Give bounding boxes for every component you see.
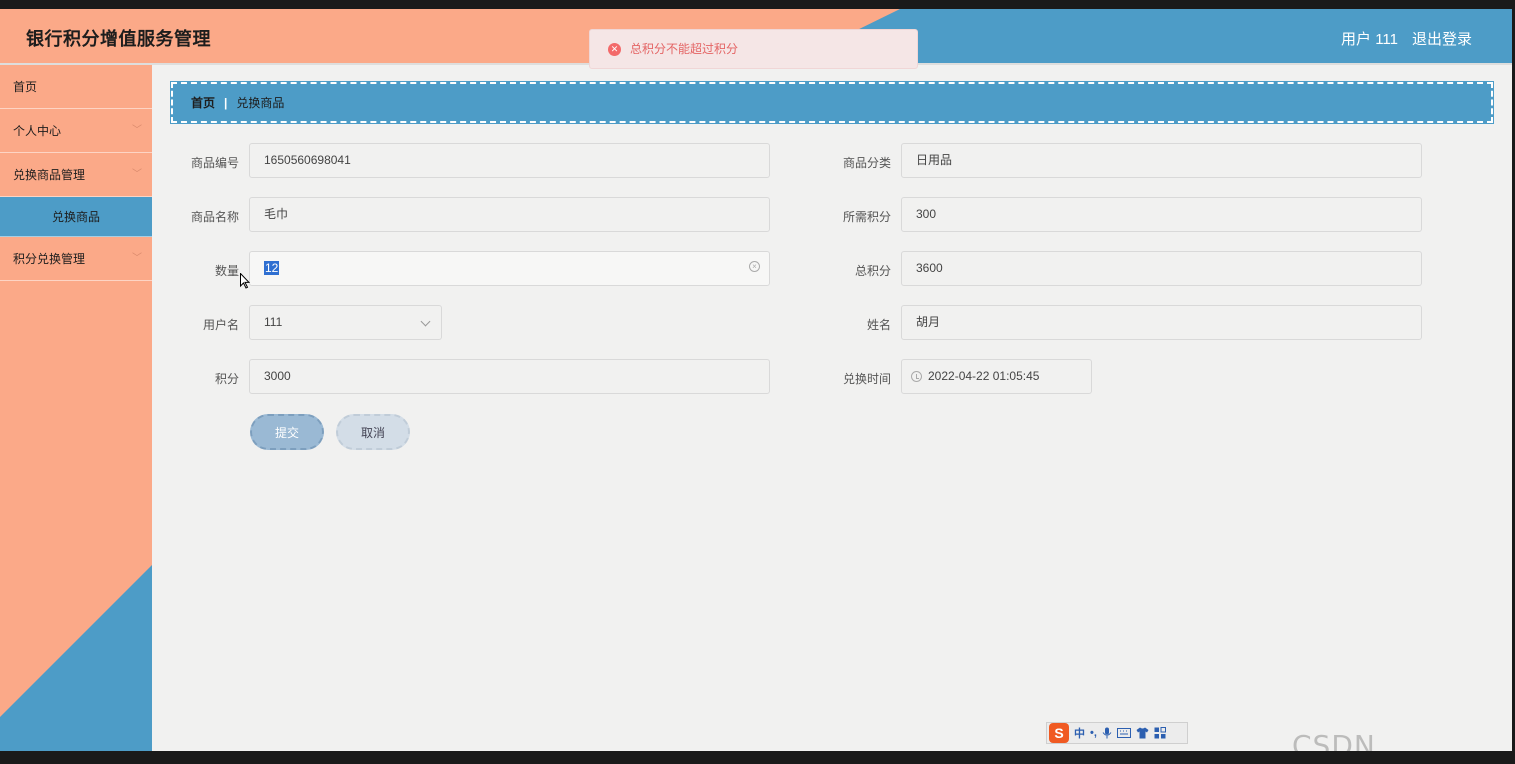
points-value: 3000 bbox=[264, 369, 291, 383]
chevron-down-icon: ﹀ bbox=[132, 253, 142, 264]
sogou-logo-icon[interactable]: S bbox=[1049, 723, 1069, 743]
microphone-icon[interactable] bbox=[1102, 727, 1112, 739]
csdn-watermark: CSDN @CK3030 bbox=[1292, 729, 1376, 751]
error-toast: ✕ 总积分不能超过积分 bbox=[589, 29, 918, 69]
product-category-label: 商品分类 bbox=[842, 156, 891, 170]
skin-shirt-icon[interactable] bbox=[1136, 727, 1149, 739]
product-code-field[interactable]: 1650560698041 bbox=[249, 143, 770, 178]
exchange-time-picker[interactable]: 2022-04-22 01:05:45 bbox=[901, 359, 1092, 394]
sidebar-item-label: 兑换商品管理 bbox=[13, 168, 86, 182]
real-name-label: 姓名 bbox=[866, 318, 891, 332]
sidebar-subitem-exchange-product[interactable]: 兑换商品 bbox=[0, 197, 152, 237]
mouse-cursor-icon bbox=[240, 273, 250, 289]
quantity-input[interactable]: 12 × bbox=[249, 251, 770, 286]
sidebar-item-points-exchange-management[interactable]: 积分兑换管理 ﹀ bbox=[0, 237, 152, 281]
submit-button[interactable]: 提交 bbox=[250, 414, 324, 450]
product-category-value: 日用品 bbox=[916, 153, 953, 167]
product-code-label: 商品编号 bbox=[190, 156, 239, 170]
quantity-value: 12 bbox=[264, 261, 280, 275]
real-name-field[interactable]: 胡月 bbox=[901, 305, 1422, 340]
ime-mode-toggle[interactable]: 中 bbox=[1074, 725, 1085, 741]
sidebar-item-label: 个人中心 bbox=[13, 124, 62, 138]
toast-message: 总积分不能超过积分 bbox=[630, 42, 739, 56]
product-code-value: 1650560698041 bbox=[264, 153, 351, 167]
required-points-field[interactable]: 300 bbox=[901, 197, 1422, 232]
chevron-down-icon: ﹀ bbox=[132, 169, 142, 180]
required-points-value: 300 bbox=[916, 207, 937, 221]
exchange-time-value: 2022-04-22 01:05:45 bbox=[928, 369, 1040, 383]
cancel-button[interactable]: 取消 bbox=[336, 414, 410, 450]
sidebar-item-label: 兑换商品 bbox=[51, 210, 100, 224]
keyboard-icon[interactable] bbox=[1116, 728, 1131, 738]
product-name-label: 商品名称 bbox=[190, 210, 239, 224]
sidebar-item-home[interactable]: 首页 bbox=[0, 65, 152, 109]
breadcrumb-separator: | bbox=[224, 95, 228, 110]
exchange-time-label: 兑换时间 bbox=[842, 372, 891, 386]
app-window: 银行积分增值服务管理 用户 111 退出登录 首页 个人中心 ﹀ 兑换商品管理 … bbox=[0, 9, 1512, 751]
required-points-label: 所需积分 bbox=[842, 210, 891, 224]
quantity-label: 数量 bbox=[214, 264, 239, 278]
error-icon: ✕ bbox=[608, 43, 621, 56]
real-name-value: 胡月 bbox=[916, 315, 941, 329]
breadcrumb: 首页 | 兑换商品 bbox=[170, 81, 1494, 124]
points-label: 积分 bbox=[214, 372, 239, 386]
chevron-down-icon: ﹀ bbox=[132, 125, 142, 136]
sidebar-item-personal-center[interactable]: 个人中心 ﹀ bbox=[0, 109, 152, 153]
total-points-value: 3600 bbox=[916, 261, 943, 275]
sidebar: 首页 个人中心 ﹀ 兑换商品管理 ﹀ 兑换商品 积分兑换管理 ﹀ bbox=[0, 65, 152, 751]
logout-link[interactable]: 退出登录 bbox=[1412, 28, 1472, 49]
username-label: 用户名 bbox=[202, 318, 239, 332]
username-value: 111 bbox=[264, 315, 283, 329]
sidebar-item-label: 首页 bbox=[13, 80, 38, 94]
total-points-label: 总积分 bbox=[854, 264, 891, 278]
username-select[interactable]: 111 bbox=[249, 305, 442, 340]
product-name-value: 毛巾 bbox=[264, 207, 289, 221]
total-points-field[interactable]: 3600 bbox=[901, 251, 1422, 286]
current-user: 用户 111 bbox=[1341, 31, 1398, 48]
ime-punctuation-toggle[interactable]: •, bbox=[1090, 727, 1097, 739]
sidebar-item-label: 积分兑换管理 bbox=[13, 252, 86, 266]
product-name-field[interactable]: 毛巾 bbox=[249, 197, 770, 232]
toolbox-grid-icon[interactable] bbox=[1154, 727, 1166, 739]
points-field[interactable]: 3000 bbox=[249, 359, 770, 394]
app-title: 银行积分增值服务管理 bbox=[26, 29, 211, 49]
breadcrumb-current: 兑换商品 bbox=[236, 96, 285, 110]
clock-icon bbox=[911, 371, 922, 382]
ime-toolbar[interactable]: S 中 •, bbox=[1046, 722, 1188, 744]
sidebar-item-product-management[interactable]: 兑换商品管理 ﹀ bbox=[0, 153, 152, 197]
chevron-down-icon bbox=[420, 316, 431, 327]
clear-icon[interactable]: × bbox=[749, 261, 760, 272]
product-category-field[interactable]: 日用品 bbox=[901, 143, 1422, 178]
breadcrumb-home[interactable]: 首页 bbox=[191, 94, 215, 111]
